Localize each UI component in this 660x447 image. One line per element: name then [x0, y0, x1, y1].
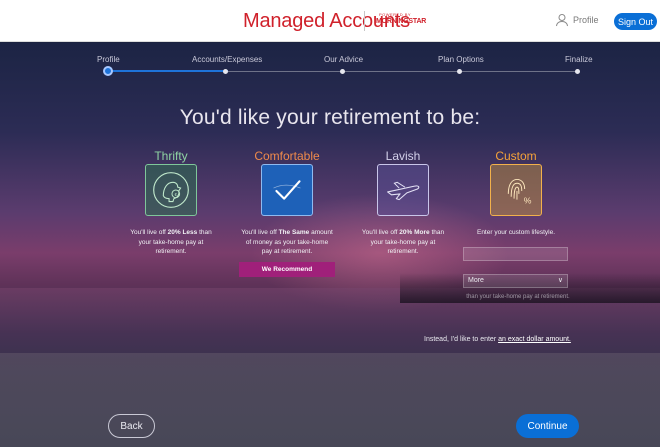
profile-link[interactable]: Profile — [555, 13, 599, 27]
exact-amount-prompt: Instead, I'd like to enter an exact doll… — [424, 336, 571, 343]
option-thrifty-name: Thrifty — [154, 149, 188, 163]
option-lavish-desc: You'll live off 20% More than your take-… — [361, 229, 445, 255]
brand-name: MORNINGSTAR — [376, 18, 427, 25]
app-header: Managed Accounts POWERED BY MORNINGSTAR … — [0, 0, 660, 42]
custom-select-value: More — [468, 277, 484, 284]
header-divider — [364, 11, 365, 31]
svg-text:%: % — [524, 195, 532, 205]
step-finalize-label[interactable]: Finalize — [565, 55, 593, 64]
exact-amount-prefix: Instead, I'd like to enter — [424, 336, 499, 343]
option-custom-desc: Enter your custom lifestyle. — [476, 229, 556, 236]
step-advice-label[interactable]: Our Advice — [324, 55, 363, 64]
option-lavish[interactable]: Lavish You'll live off 20% More than you… — [348, 148, 458, 257]
fingerprint-percent-icon: % — [507, 178, 532, 205]
piggy-coin-icon: ¢ — [153, 172, 189, 208]
step-profile-dot[interactable] — [103, 66, 113, 76]
continue-button[interactable]: Continue — [516, 414, 579, 438]
step-advice-dot[interactable] — [340, 69, 345, 74]
option-comfortable-desc: You'll live off The Same amount of money… — [241, 229, 333, 255]
option-lavish-name: Lavish — [385, 149, 421, 163]
step-accounts-dot[interactable] — [223, 69, 228, 74]
step-profile-label[interactable]: Profile — [97, 55, 120, 64]
morningstar-logo: POWERED BY MORNINGSTAR — [376, 12, 427, 30]
user-icon — [556, 14, 568, 27]
svg-text:¢: ¢ — [174, 192, 177, 198]
option-comfortable-name: Comfortable — [254, 149, 320, 163]
step-plan-label[interactable]: Plan Options — [438, 55, 484, 64]
option-lavish-tile[interactable] — [377, 164, 429, 216]
sign-out-button[interactable]: Sign Out — [614, 13, 657, 30]
profile-label: Profile — [573, 15, 599, 25]
progress-track-active — [108, 70, 228, 72]
chevron-down-icon: ∨ — [557, 277, 563, 284]
step-accounts-label[interactable]: Accounts/Expenses — [192, 55, 262, 64]
checkmark-icon — [273, 180, 301, 200]
custom-amount-input[interactable] — [463, 247, 568, 261]
custom-direction-select[interactable]: More ∨ — [463, 274, 568, 288]
step-finalize-dot[interactable] — [575, 69, 580, 74]
custom-help-text: than your take-home pay at retirement. — [466, 294, 570, 300]
exact-amount-link[interactable]: an exact dollar amount. — [498, 336, 571, 343]
page-heading: You'd like your retirement to be: — [179, 106, 481, 129]
option-comfortable-tile[interactable] — [261, 164, 313, 216]
we-recommend-badge: We Recommend — [239, 262, 335, 277]
option-comfortable[interactable]: Comfortable You'll live off The Same amo… — [232, 148, 342, 257]
back-button[interactable]: Back — [108, 414, 155, 438]
progress-stepper: Profile Accounts/Expenses Our Advice Pla… — [0, 55, 660, 85]
airplane-icon — [387, 181, 420, 201]
option-thrifty[interactable]: Thrifty ¢ You'll live off 20% Less than … — [116, 148, 226, 257]
step-plan-dot[interactable] — [457, 69, 462, 74]
option-thrifty-desc: You'll live off 20% Less than your take-… — [130, 229, 212, 255]
option-custom[interactable]: Custom % Enter your custom lifestyle. — [461, 148, 571, 238]
option-thrifty-tile[interactable]: ¢ — [145, 164, 197, 216]
option-custom-tile[interactable]: % — [490, 164, 542, 216]
option-custom-name: Custom — [495, 149, 537, 163]
